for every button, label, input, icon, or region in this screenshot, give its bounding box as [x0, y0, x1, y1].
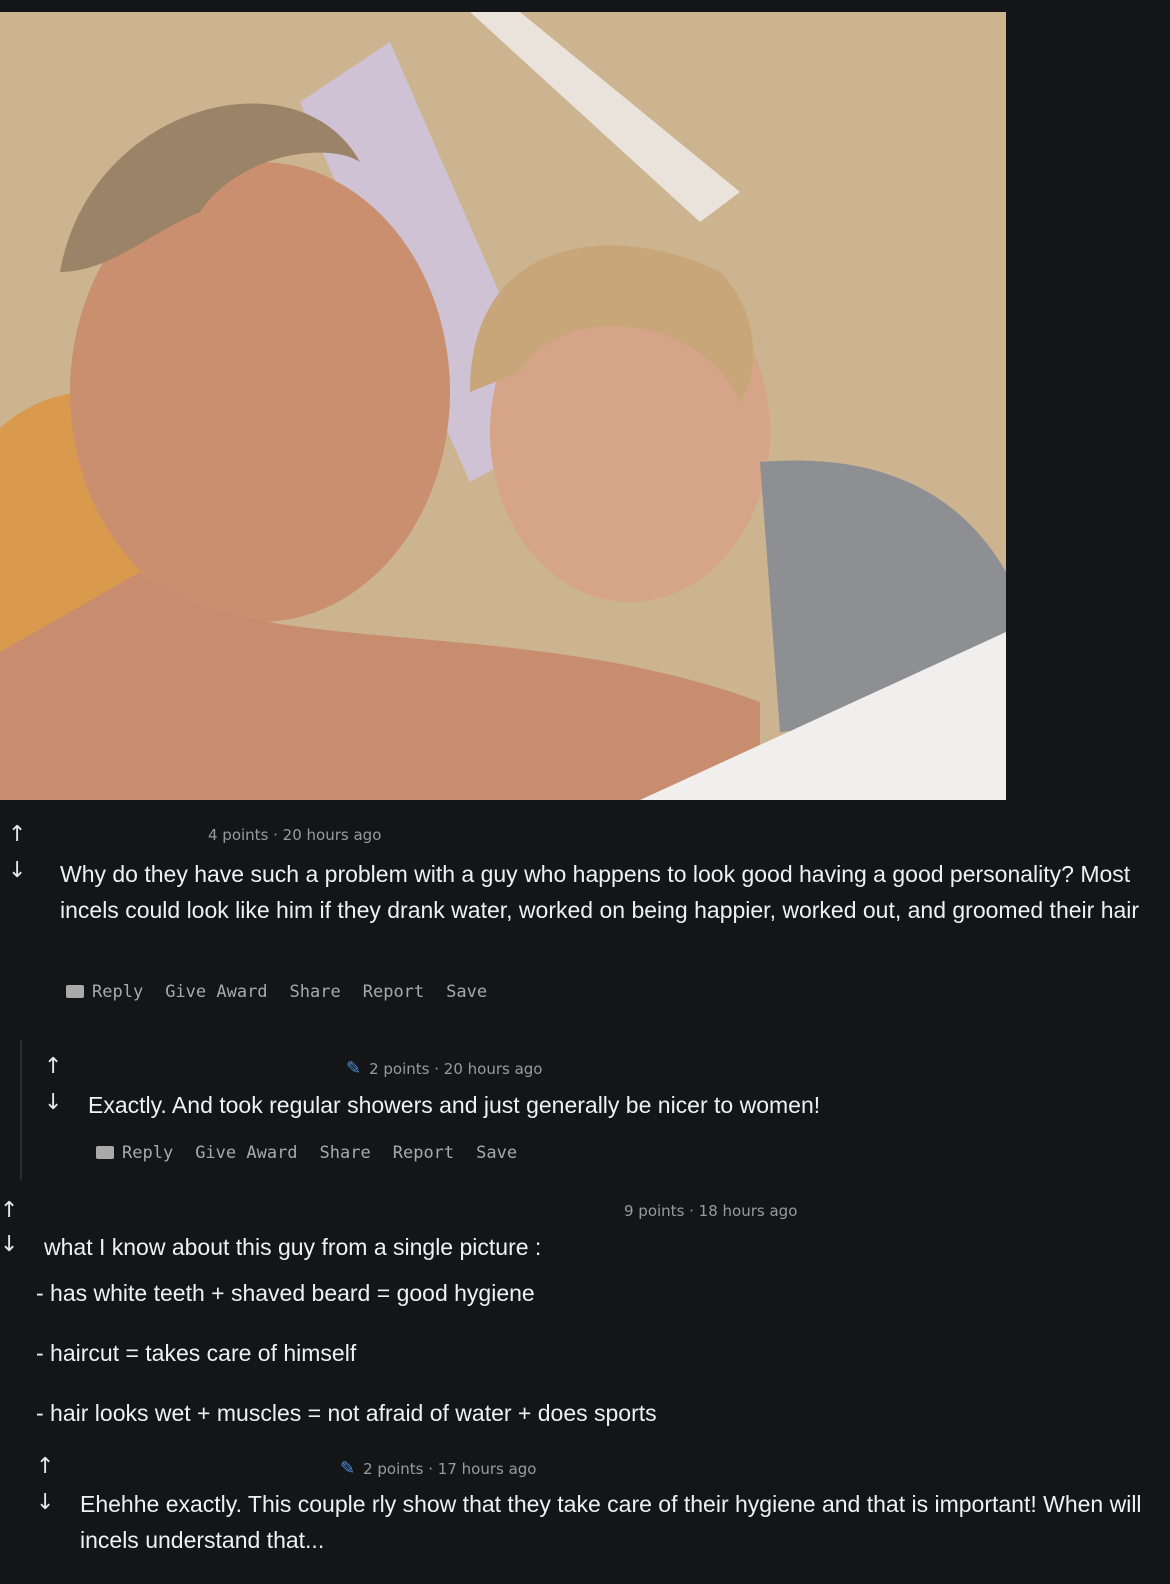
comment-meta: 9 points · 18 hours ago: [624, 1202, 798, 1220]
comment-line: what I know about this guy from a single…: [44, 1234, 542, 1260]
upvote-arrow-icon[interactable]: ↑: [8, 824, 26, 846]
downvote-arrow-icon[interactable]: ↓: [8, 860, 26, 882]
upvote-arrow-icon[interactable]: ↑: [44, 1056, 62, 1078]
comment-body: Why do they have such a problem with a g…: [60, 861, 1140, 923]
comment-meta-text: 2 points · 17 hours ago: [363, 1460, 537, 1478]
comment-meta-text: 2 points · 20 hours ago: [369, 1060, 543, 1078]
report-button[interactable]: Report: [363, 982, 424, 1002]
share-button[interactable]: Share: [290, 982, 341, 1002]
upvote-arrow-icon[interactable]: ↑: [36, 1456, 54, 1478]
give-award-button[interactable]: Give Award: [165, 982, 267, 1002]
comment-line: - haircut = takes care of himself: [36, 1340, 357, 1366]
reply-button[interactable]: Reply: [96, 1143, 173, 1163]
pencil-icon: ✎: [340, 1458, 356, 1479]
save-button[interactable]: Save: [446, 982, 487, 1002]
comment-body: Ehehhe exactly. This couple rly show tha…: [80, 1491, 1142, 1553]
couple-photo: [0, 12, 1006, 800]
downvote-arrow-icon[interactable]: ↓: [36, 1492, 54, 1514]
share-button[interactable]: Share: [320, 1143, 371, 1163]
thread-line[interactable]: [20, 1040, 22, 1180]
comment-line: - hair looks wet + muscles = not afraid …: [36, 1400, 657, 1426]
comment-actions: Reply Give Award Share Report Save: [96, 1143, 517, 1163]
comment-meta: ✎ 2 points · 17 hours ago: [340, 1458, 536, 1479]
comment-body: Exactly. And took regular showers and ju…: [88, 1092, 821, 1118]
comment-line: - has white teeth + shaved beard = good …: [36, 1280, 535, 1306]
save-button[interactable]: Save: [476, 1143, 517, 1163]
downvote-arrow-icon[interactable]: ↓: [0, 1234, 18, 1256]
comment-actions: Reply Give Award Share Report Save: [66, 982, 487, 1002]
comment-meta: ✎ 2 points · 20 hours ago: [346, 1058, 542, 1079]
post-image[interactable]: [0, 12, 1006, 800]
comment-meta: 4 points · 20 hours ago: [208, 826, 382, 844]
downvote-arrow-icon[interactable]: ↓: [44, 1092, 62, 1114]
pencil-icon: ✎: [346, 1058, 362, 1079]
report-button[interactable]: Report: [393, 1143, 454, 1163]
reply-button[interactable]: Reply: [66, 982, 143, 1002]
chat-icon: [66, 985, 84, 998]
give-award-button[interactable]: Give Award: [195, 1143, 297, 1163]
chat-icon: [96, 1146, 114, 1159]
upvote-arrow-icon[interactable]: ↑: [0, 1200, 18, 1222]
